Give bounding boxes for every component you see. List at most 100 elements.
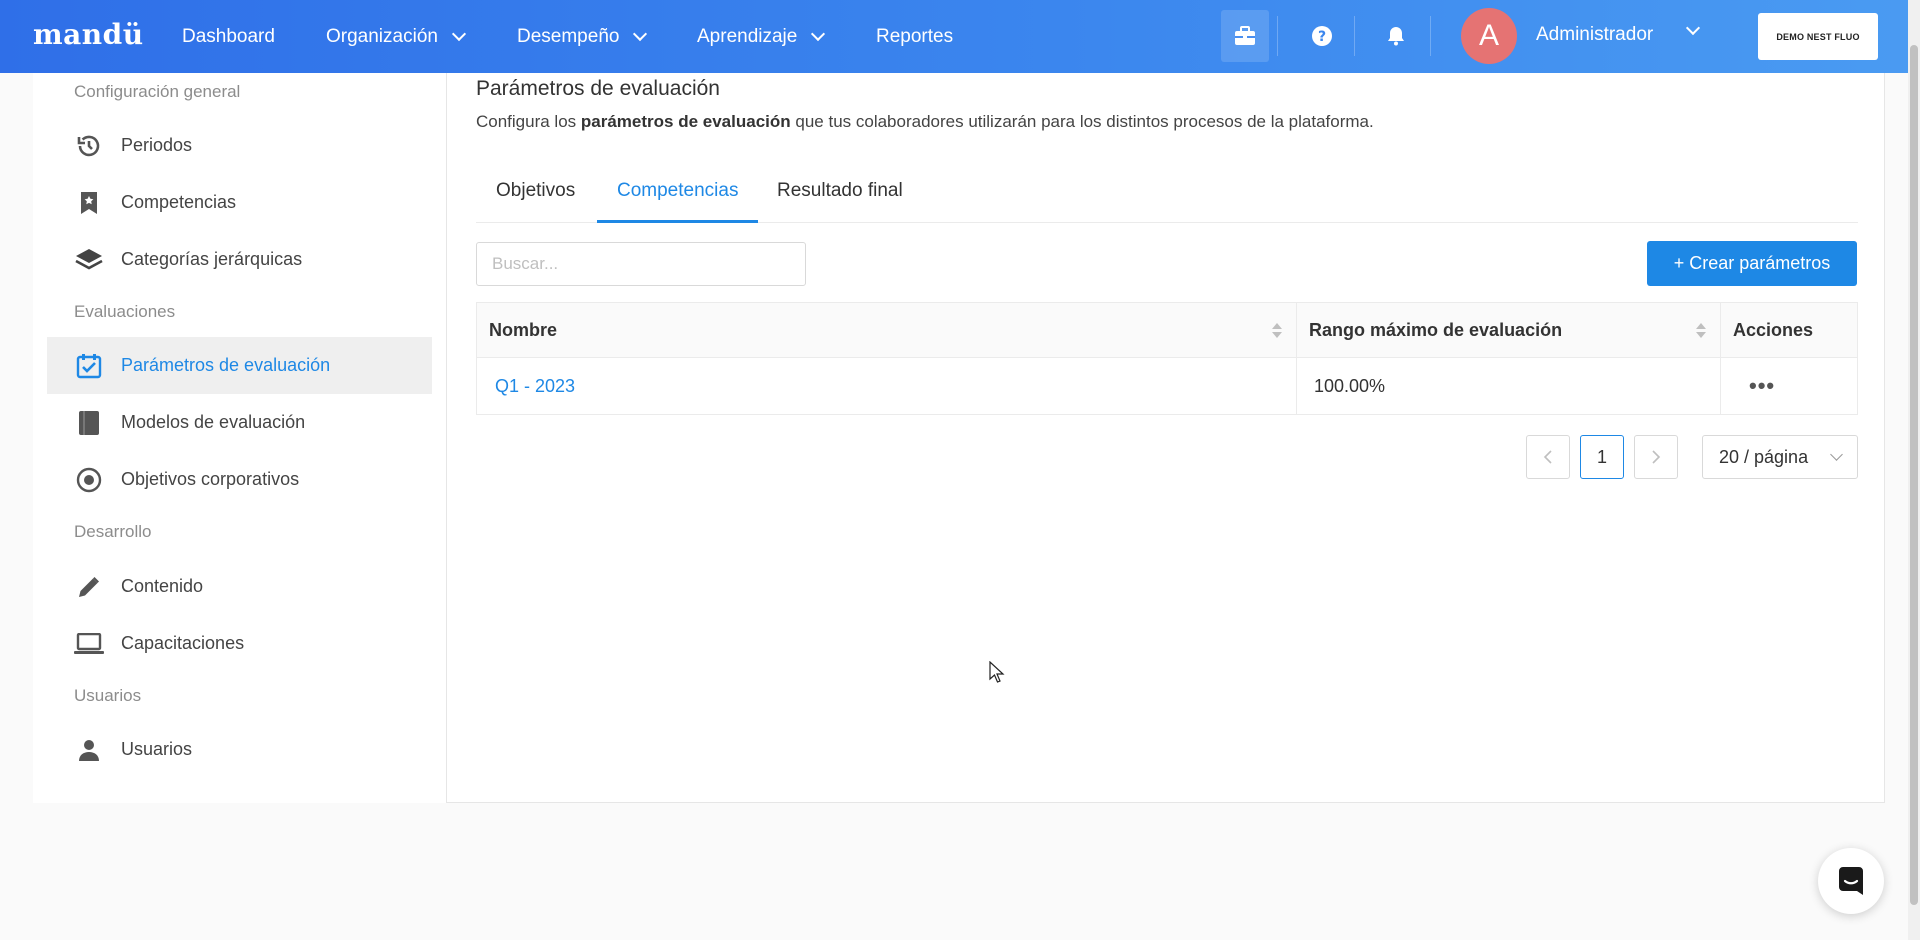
sidebar-item-modelos[interactable]: Modelos de evaluación xyxy=(47,394,432,451)
nav-aprendizaje-label: Aprendizaje xyxy=(697,26,798,47)
nav-organizacion-label: Organización xyxy=(326,26,438,47)
user-icon xyxy=(71,739,107,761)
chevron-down-icon xyxy=(1830,448,1843,461)
briefcase-button[interactable] xyxy=(1221,10,1269,62)
section-configuracion-general: Configuración general xyxy=(74,82,241,101)
book-icon xyxy=(71,410,107,436)
column-label: Rango máximo de evaluación xyxy=(1309,319,1563,340)
sidebar-item-label: Categorías jerárquicas xyxy=(121,249,303,269)
chevron-down-icon xyxy=(451,26,467,42)
column-header-rango[interactable]: Rango máximo de evaluación xyxy=(1297,303,1721,357)
scrollbar-thumb[interactable] xyxy=(1910,45,1918,905)
chevron-right-icon xyxy=(1652,450,1661,464)
sidebar-item-periodos[interactable]: Periodos xyxy=(47,117,432,174)
page-1-button[interactable]: 1 xyxy=(1580,435,1624,479)
column-label: Acciones xyxy=(1733,319,1814,340)
sidebar-item-label: Usuarios xyxy=(121,739,193,759)
sidebar-item-parametros[interactable]: Parámetros de evaluación xyxy=(47,337,432,394)
section-usuarios: Usuarios xyxy=(74,686,142,705)
table-header: Nombre Rango máximo de evaluación Accion… xyxy=(477,303,1857,358)
sidebar-item-competencias[interactable]: Competencias xyxy=(47,174,432,231)
nav-desempeno-label: Desempeño xyxy=(517,26,620,47)
chat-icon xyxy=(1839,867,1863,895)
top-navbar: mandü Dashboard Organización Desempeño A… xyxy=(0,0,1920,73)
column-header-acciones: Acciones xyxy=(1721,303,1857,357)
sidebar: Configuración general Periodos Competenc… xyxy=(33,73,447,803)
help-icon: ? xyxy=(1312,26,1332,46)
sidebar-item-capacitaciones[interactable]: Capacitaciones xyxy=(47,615,432,672)
layers-icon xyxy=(71,248,107,272)
sort-icon[interactable] xyxy=(1696,322,1706,338)
desc-bold: parámetros de evaluación xyxy=(580,112,791,131)
sidebar-item-objetivos[interactable]: Objetivos corporativos xyxy=(47,451,432,508)
more-actions-icon[interactable]: ••• xyxy=(1733,373,1775,399)
divider xyxy=(1354,16,1355,56)
sidebar-item-label: Contenido xyxy=(121,576,204,596)
desc-suffix: que tus colaboradores utilizarán para lo… xyxy=(790,112,1374,131)
create-parameters-button[interactable]: + Crear parámetros xyxy=(1647,241,1857,286)
section-desarrollo: Desarrollo xyxy=(74,522,152,541)
svg-text:?: ? xyxy=(1318,29,1326,45)
sidebar-item-label: Parámetros de evaluación xyxy=(121,355,331,375)
column-header-nombre[interactable]: Nombre xyxy=(477,303,1297,357)
section-evaluaciones: Evaluaciones xyxy=(74,302,176,321)
chat-support-button[interactable] xyxy=(1818,848,1884,914)
divider xyxy=(1430,16,1431,56)
table-row: Q1 - 2023 100.00% ••• xyxy=(477,358,1857,414)
page-description: Configura los parámetros de evaluación q… xyxy=(476,112,1374,132)
calendar-check-icon xyxy=(71,353,107,379)
row-actions: ••• xyxy=(1721,358,1857,414)
sidebar-item-label: Capacitaciones xyxy=(121,633,245,653)
nav-reportes-label: Reportes xyxy=(876,26,954,47)
nav-dashboard[interactable]: Dashboard xyxy=(182,26,275,48)
prev-page-button[interactable] xyxy=(1526,435,1570,479)
sidebar-item-label: Competencias xyxy=(121,192,237,212)
bell-icon xyxy=(1388,27,1404,46)
parameters-table: Nombre Rango máximo de evaluación Accion… xyxy=(476,302,1858,415)
avatar[interactable]: A xyxy=(1461,8,1517,64)
page-scrollbar[interactable] xyxy=(1908,0,1920,940)
chevron-down-icon xyxy=(633,26,648,42)
next-page-button[interactable] xyxy=(1634,435,1678,479)
nav-aprendizaje[interactable]: Aprendizaje xyxy=(697,26,826,48)
sort-icon[interactable] xyxy=(1272,322,1282,338)
chevron-left-icon xyxy=(1543,450,1552,464)
sidebar-item-label: Objetivos corporativos xyxy=(121,469,300,489)
sidebar-item-usuarios[interactable]: Usuarios xyxy=(47,721,432,778)
mouse-cursor-icon xyxy=(989,660,1005,688)
company-logo-button[interactable]: DEMO NEST FLUO xyxy=(1758,13,1878,60)
tab-competencias[interactable]: Competencias xyxy=(597,176,759,223)
target-icon xyxy=(71,467,107,493)
nav-desempeno[interactable]: Desempeño xyxy=(517,26,648,48)
sidebar-item-label: Periodos xyxy=(121,135,193,155)
tabs: Objetivos Competencias Resultado final xyxy=(476,176,1858,223)
briefcase-icon xyxy=(1235,26,1255,45)
nav-dashboard-label: Dashboard xyxy=(182,26,275,47)
search-input[interactable] xyxy=(476,242,806,286)
page-size-value: 20 / página xyxy=(1719,446,1809,467)
tab-resultado-final[interactable]: Resultado final xyxy=(757,176,923,223)
sidebar-item-label: Modelos de evaluación xyxy=(121,412,306,432)
notifications-button[interactable] xyxy=(1372,10,1420,62)
sidebar-item-categorias[interactable]: Categorías jerárquicas xyxy=(47,231,432,288)
help-button[interactable]: ? xyxy=(1298,10,1346,62)
nav-reportes[interactable]: Reportes xyxy=(876,26,953,48)
logo[interactable]: mandü xyxy=(33,18,144,51)
bookmark-icon xyxy=(71,191,107,215)
history-icon xyxy=(71,133,107,159)
column-label: Nombre xyxy=(489,319,558,340)
tab-objetivos[interactable]: Objetivos xyxy=(476,176,595,223)
divider xyxy=(1277,16,1278,56)
page-size-select[interactable]: 20 / página xyxy=(1702,435,1858,479)
laptop-icon xyxy=(71,632,107,655)
pencil-icon xyxy=(71,575,107,599)
nav-organizacion[interactable]: Organización xyxy=(326,26,467,48)
user-name[interactable]: Administrador xyxy=(1536,24,1653,46)
desc-prefix: Configura los xyxy=(476,112,581,131)
row-range: 100.00% xyxy=(1297,358,1721,414)
row-name-link[interactable]: Q1 - 2023 xyxy=(477,358,1297,414)
chevron-down-icon xyxy=(811,26,826,42)
page-title: Parámetros de evaluación xyxy=(476,77,720,100)
sidebar-item-contenido[interactable]: Contenido xyxy=(47,558,432,615)
chevron-down-icon[interactable] xyxy=(1685,20,1701,36)
